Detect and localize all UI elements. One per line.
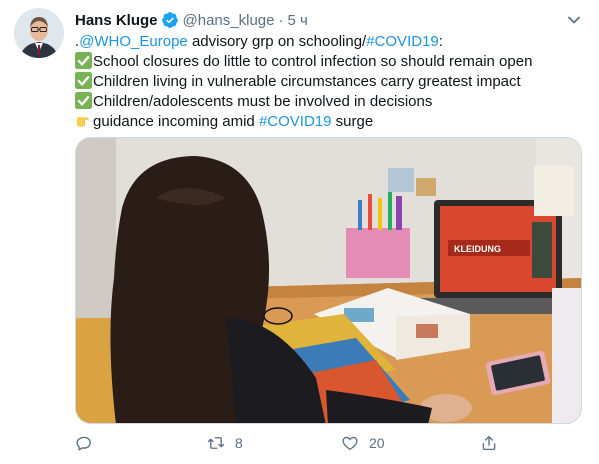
separator-dot: · [278, 11, 284, 29]
tweet-line-3: Children living in vulnerable circumstan… [75, 72, 587, 92]
pointing-hand-icon [76, 117, 89, 127]
author-name[interactable]: Hans Kluge [75, 12, 158, 29]
reply-button[interactable] [75, 432, 103, 454]
like-count: 20 [369, 435, 385, 451]
tweet-photo[interactable]: KLEIDUNG [75, 137, 582, 424]
check-mark-button-icon [75, 52, 92, 69]
mention-link[interactable]: @WHO_Europe [79, 33, 188, 50]
hashtag-link[interactable]: #COVID19 [259, 113, 332, 130]
share-button[interactable] [480, 432, 498, 454]
tweet-line-1: .@WHO_Europe advisory grp on schooling/#… [75, 32, 587, 52]
tweet-header: Hans Kluge @hans_kluge · 5 ч [75, 10, 308, 30]
line-text: Children living in vulnerable circumstan… [93, 73, 521, 90]
chevron-down-icon [568, 16, 580, 24]
tweet-card[interactable]: Hans Kluge @hans_kluge · 5 ч .@WHO_Europ… [0, 0, 599, 464]
share-icon [482, 435, 496, 451]
more-options-button[interactable] [563, 10, 585, 30]
tweet-actions: 8 20 [75, 432, 515, 454]
tweet-line-5: guidance incoming amid #COVID19 surge [75, 112, 587, 132]
hashtag-link[interactable]: #COVID19 [366, 33, 439, 50]
reply-icon [76, 436, 91, 451]
retweet-icon [207, 437, 225, 449]
line-text: guidance incoming amid [93, 113, 259, 130]
retweet-button[interactable]: 8 [207, 432, 243, 454]
like-button[interactable]: 20 [341, 432, 385, 454]
tweet-text: .@WHO_Europe advisory grp on schooling/#… [75, 32, 587, 132]
avatar[interactable] [14, 8, 64, 58]
line-suffix: : [438, 33, 443, 50]
author-handle[interactable]: @hans_kluge [183, 12, 275, 29]
check-mark-button-icon [75, 72, 92, 89]
verified-badge-icon [161, 12, 178, 28]
tweet-timestamp[interactable]: 5 ч [287, 12, 307, 29]
line-text: advisory grp on schooling/ [187, 33, 367, 50]
check-mark-button-icon [75, 92, 92, 109]
line-text: School closures do little to control inf… [93, 53, 533, 70]
svg-text:KLEIDUNG: KLEIDUNG [454, 244, 501, 254]
line-text: Children/adolescents must be involved in… [93, 93, 433, 110]
tweet-line-4: Children/adolescents must be involved in… [75, 92, 587, 112]
retweet-count: 8 [235, 435, 243, 451]
tweet-line-2: School closures do little to control inf… [75, 52, 587, 72]
like-icon [342, 436, 358, 451]
line-suffix: surge [331, 113, 374, 130]
